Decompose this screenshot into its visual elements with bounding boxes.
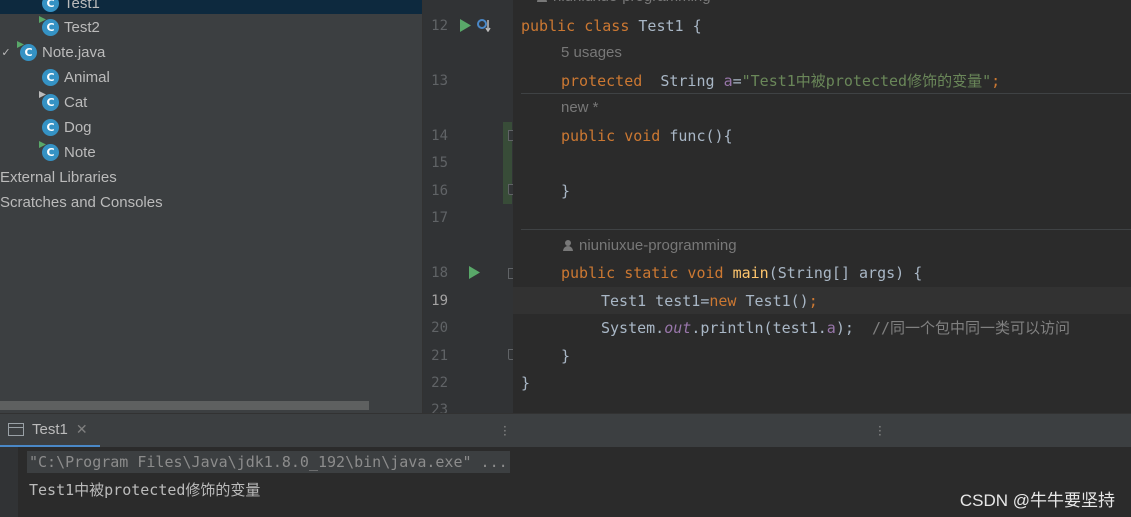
code-line-14[interactable]: public void func(){ [561, 126, 733, 146]
line-number: 20 [431, 320, 448, 336]
tree-item-label: Scratches and Consoles [0, 194, 163, 211]
project-tool-window: C Test1 C Test2 ✓ C Note.java C Animal C… [0, 0, 422, 413]
class-icon: C [39, 91, 59, 111]
code-line-12[interactable]: public class Test1 { [521, 16, 702, 36]
line-number: 21 [431, 348, 448, 364]
user-icon [563, 240, 573, 251]
usages-hint[interactable]: 5 usages [561, 44, 622, 61]
method-separator [521, 93, 1131, 94]
tree-item-external-libraries[interactable]: External Libraries [0, 165, 117, 190]
line-number: 19 [431, 293, 448, 309]
line-number: 16 [431, 183, 448, 199]
line-number: 14 [431, 128, 448, 144]
tree-item-test2[interactable]: C Test2 [39, 15, 100, 40]
run-tab-label: Test1 [32, 421, 68, 438]
tree-item-label: Test1 [64, 0, 100, 12]
console-output-line[interactable]: Test1中被protected修饰的变量 [29, 479, 260, 501]
class-icon: C [39, 141, 59, 161]
code-line-20[interactable]: System.out.println(test1.a); //同一个包中同一类可… [601, 318, 1070, 338]
horizontal-scrollbar[interactable] [0, 401, 369, 410]
class-icon: C [39, 16, 59, 36]
implemented-overrides-icon[interactable] [477, 18, 491, 32]
tree-item-dog[interactable]: C Dog [42, 115, 92, 140]
code-line-19[interactable]: Test1 test1=new Test1(); [601, 291, 818, 311]
code-editor[interactable]: niuniuxue-programming public class Test1… [513, 0, 1131, 413]
user-icon [537, 0, 547, 2]
tree-item-label: Note [64, 144, 96, 161]
author-hint[interactable]: niuniuxue-programming [563, 237, 737, 254]
method-separator [521, 229, 1131, 230]
new-hint[interactable]: new * [561, 99, 599, 116]
run-tool-window-header: Test1 ✕ · · · · · · [0, 413, 1131, 448]
tree-item-test1[interactable]: C Test1 [42, 0, 100, 16]
tree-item-label: Dog [64, 119, 92, 136]
more-options-icon[interactable]: · · · [878, 421, 882, 441]
run-tab-test1[interactable]: Test1 ✕ [0, 414, 100, 448]
class-icon: C [42, 69, 59, 86]
watermark: CSDN @牛牛要坚持 [959, 491, 1115, 510]
tree-item-label: Note.java [42, 44, 106, 61]
code-line-16[interactable]: } [561, 181, 570, 201]
code-line-18[interactable]: public static void main(String[] args) { [561, 263, 922, 283]
more-options-icon[interactable]: · · · [503, 421, 507, 441]
tree-item-label: External Libraries [0, 169, 117, 186]
tree-item-note-java[interactable]: ✓ C Note.java [0, 40, 105, 65]
line-number: 15 [431, 155, 448, 171]
author-hint[interactable]: niuniuxue-programming [537, 0, 711, 5]
line-number: 18 [431, 265, 448, 281]
class-icon: C [42, 119, 59, 136]
close-icon[interactable]: ✕ [76, 421, 88, 438]
java-file-icon: C [17, 41, 37, 61]
console-toolbar [0, 447, 18, 517]
tree-item-animal[interactable]: C Animal [42, 65, 110, 90]
code-line-13[interactable]: protected String a="Test1中被protected修饰的变… [561, 71, 1000, 91]
editor-gutter: 12 13 14 15 16 17 18 19 20 21 22 23 [423, 0, 513, 418]
console-icon [8, 423, 24, 436]
tree-item-label: Test2 [64, 19, 100, 36]
class-icon: C [42, 0, 59, 12]
line-number: 17 [431, 210, 448, 226]
tree-item-label: Animal [64, 69, 110, 86]
chevron-down-icon[interactable]: ✓ [0, 46, 12, 59]
code-line-21[interactable]: } [561, 346, 570, 366]
line-number: 12 [431, 18, 448, 34]
line-number: 13 [431, 73, 448, 89]
tree-item-note[interactable]: C Note [39, 140, 96, 165]
line-number: 22 [431, 375, 448, 391]
code-line-22[interactable]: } [521, 373, 530, 393]
tree-item-cat[interactable]: C Cat [39, 90, 88, 115]
tree-item-label: Cat [64, 94, 88, 111]
console-command-line[interactable]: "C:\Program Files\Java\jdk1.8.0_192\bin\… [27, 451, 510, 473]
tree-item-scratches[interactable]: Scratches and Consoles [0, 190, 163, 215]
